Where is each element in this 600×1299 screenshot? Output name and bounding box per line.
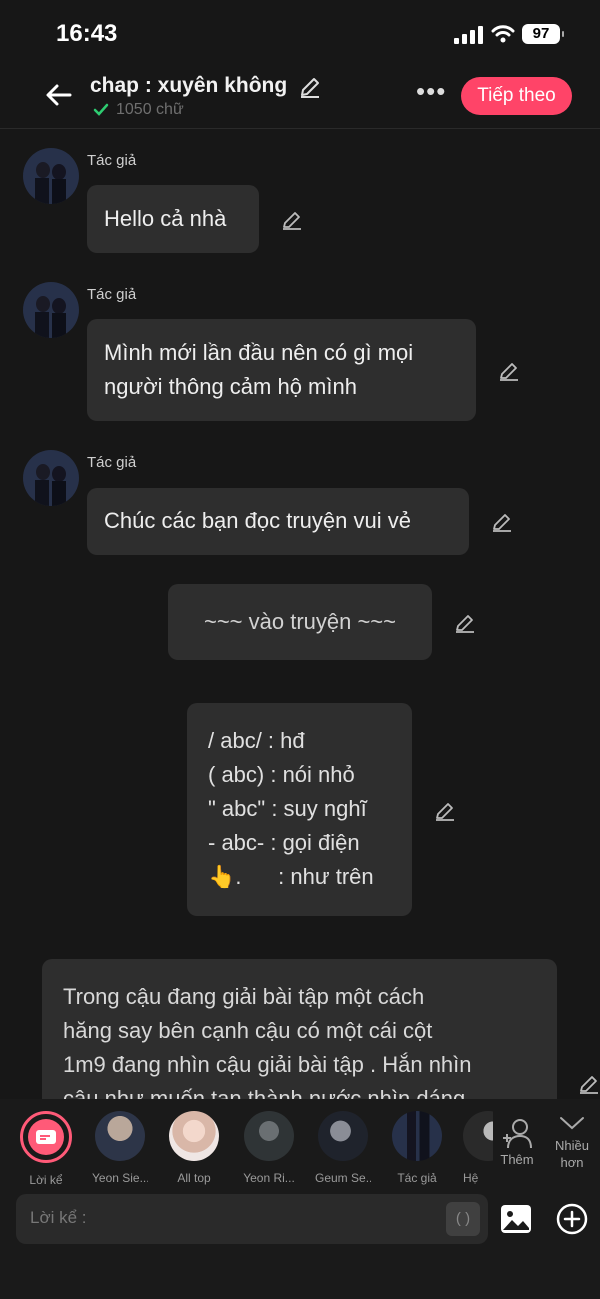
more-characters-label-1: Nhiều — [555, 1138, 589, 1153]
narration-line: 👆. : như trên — [208, 864, 374, 889]
editor-header: chap : xuyên không 1050 chữ ••• Tiếp the… — [0, 66, 600, 129]
narration-line: - abc- : gọi điện — [208, 830, 360, 855]
character-label: Geum Se... — [315, 1171, 371, 1185]
message-composer: ( ) — [16, 1194, 488, 1244]
image-upload-icon[interactable] — [500, 1204, 532, 1234]
add-character-label: Thêm — [500, 1152, 534, 1167]
more-options-icon[interactable]: ••• — [416, 78, 446, 104]
character-avatar[interactable]: Geum Se... — [315, 1111, 371, 1185]
narration-bubble[interactable]: / abc/ : hđ ( abc) : nói nhỏ " abc" : su… — [187, 703, 412, 916]
composer-toolbar: Lời kể Yeon Sie... All top Yeon Ri... Ge… — [0, 1099, 600, 1299]
edit-message-pencil-icon[interactable] — [434, 800, 456, 822]
character-picture — [392, 1111, 442, 1161]
message-text: Chúc các bạn đọc truyện vui vẻ — [104, 508, 411, 533]
author-avatar[interactable] — [23, 450, 79, 506]
edit-message-pencil-icon[interactable] — [491, 511, 513, 533]
next-button[interactable]: Tiếp theo — [461, 77, 572, 115]
add-person-icon — [503, 1119, 532, 1149]
character-label: Tác giả — [397, 1171, 437, 1185]
cellular-signal-icon — [454, 26, 483, 44]
word-count: 1050 chữ — [92, 101, 184, 119]
chapter-title[interactable]: chap : xuyên không — [90, 74, 287, 98]
character-avatar[interactable]: Yeon Ri... — [241, 1111, 297, 1185]
edit-title-pencil-icon[interactable] — [298, 75, 322, 99]
message-line: Mình mới lần đầu nên có gì mọi — [104, 340, 414, 365]
narration-icon — [36, 1130, 56, 1144]
character-label: Hệ — [463, 1171, 479, 1185]
character-avatar[interactable]: All top — [166, 1111, 222, 1185]
avatar-image — [23, 450, 79, 506]
message-bubble[interactable]: Mình mới lần đầu nên có gì mọi người thô… — [87, 319, 476, 421]
narration-line: 1m9 đang nhìn cậu giải bài tập . Hắn nhì… — [63, 1052, 472, 1077]
character-avatar[interactable]: Tác giả — [389, 1111, 445, 1185]
narration-line: ( abc) : nói nhỏ — [208, 762, 355, 787]
status-bar: 16:43 97 — [0, 0, 600, 66]
author-avatar[interactable] — [23, 282, 79, 338]
character-avatar[interactable]: Hệ — [463, 1111, 493, 1185]
add-circle-icon[interactable] — [556, 1203, 588, 1235]
message-input[interactable] — [28, 1207, 412, 1229]
character-picture — [95, 1111, 145, 1161]
check-icon — [93, 103, 109, 116]
message-author: Tác giả — [87, 454, 137, 471]
message-text: Hello cả nhà — [104, 206, 227, 231]
more-characters-button[interactable]: Nhiều hơn — [550, 1115, 594, 1170]
word-count-text: 1050 chữ — [116, 101, 184, 118]
message-bubble[interactable]: Chúc các bạn đọc truyện vui vẻ — [87, 488, 469, 555]
message-author: Tác giả — [87, 152, 137, 169]
narration-line: " abc" : suy nghĩ — [208, 796, 367, 821]
character-avatar[interactable]: Yeon Sie... — [92, 1111, 148, 1185]
author-avatar[interactable] — [23, 148, 79, 204]
narration-line: hăng say bên cạnh cậu có một cái cột — [63, 1018, 433, 1043]
character-picture — [244, 1111, 294, 1161]
narration-text: ~~~ vào truyện ~~~ — [203, 609, 397, 634]
edit-message-pencil-icon[interactable] — [578, 1073, 600, 1095]
message-bubble[interactable]: Hello cả nhà — [87, 185, 259, 253]
add-character-button[interactable]: Thêm — [497, 1117, 537, 1167]
avatar-image — [23, 282, 79, 338]
wifi-icon — [491, 25, 515, 43]
character-picture — [318, 1111, 368, 1161]
character-label: All top — [177, 1171, 211, 1185]
bracket-insert-button[interactable]: ( ) — [446, 1202, 480, 1236]
edit-message-pencil-icon[interactable] — [498, 360, 520, 382]
narration-bubble[interactable]: ~~~ vào truyện ~~~ — [168, 584, 432, 660]
character-label: Yeon Sie... — [92, 1171, 148, 1185]
narration-line: / abc/ : hđ — [208, 728, 305, 753]
status-time: 16:43 — [56, 20, 118, 47]
message-line: người thông cảm hộ mình — [104, 374, 357, 399]
narration-selector — [20, 1111, 72, 1163]
edit-message-pencil-icon[interactable] — [454, 612, 476, 634]
character-narration[interactable]: Lời kể — [18, 1111, 74, 1187]
narration-line: Trong cậu đang giải bài tập một cách — [63, 984, 425, 1009]
character-label: Yeon Ri... — [243, 1171, 295, 1185]
chevron-down-icon — [560, 1117, 584, 1130]
character-picture — [463, 1111, 493, 1161]
edit-message-pencil-icon[interactable] — [281, 209, 303, 231]
avatar-image — [23, 148, 79, 204]
character-label: Lời kể — [29, 1173, 63, 1187]
more-characters-label-2: hơn — [560, 1155, 584, 1170]
character-picture — [169, 1111, 219, 1161]
battery-indicator: 97 — [522, 24, 564, 44]
back-arrow-icon[interactable] — [44, 80, 74, 110]
message-author: Tác giả — [87, 286, 137, 303]
